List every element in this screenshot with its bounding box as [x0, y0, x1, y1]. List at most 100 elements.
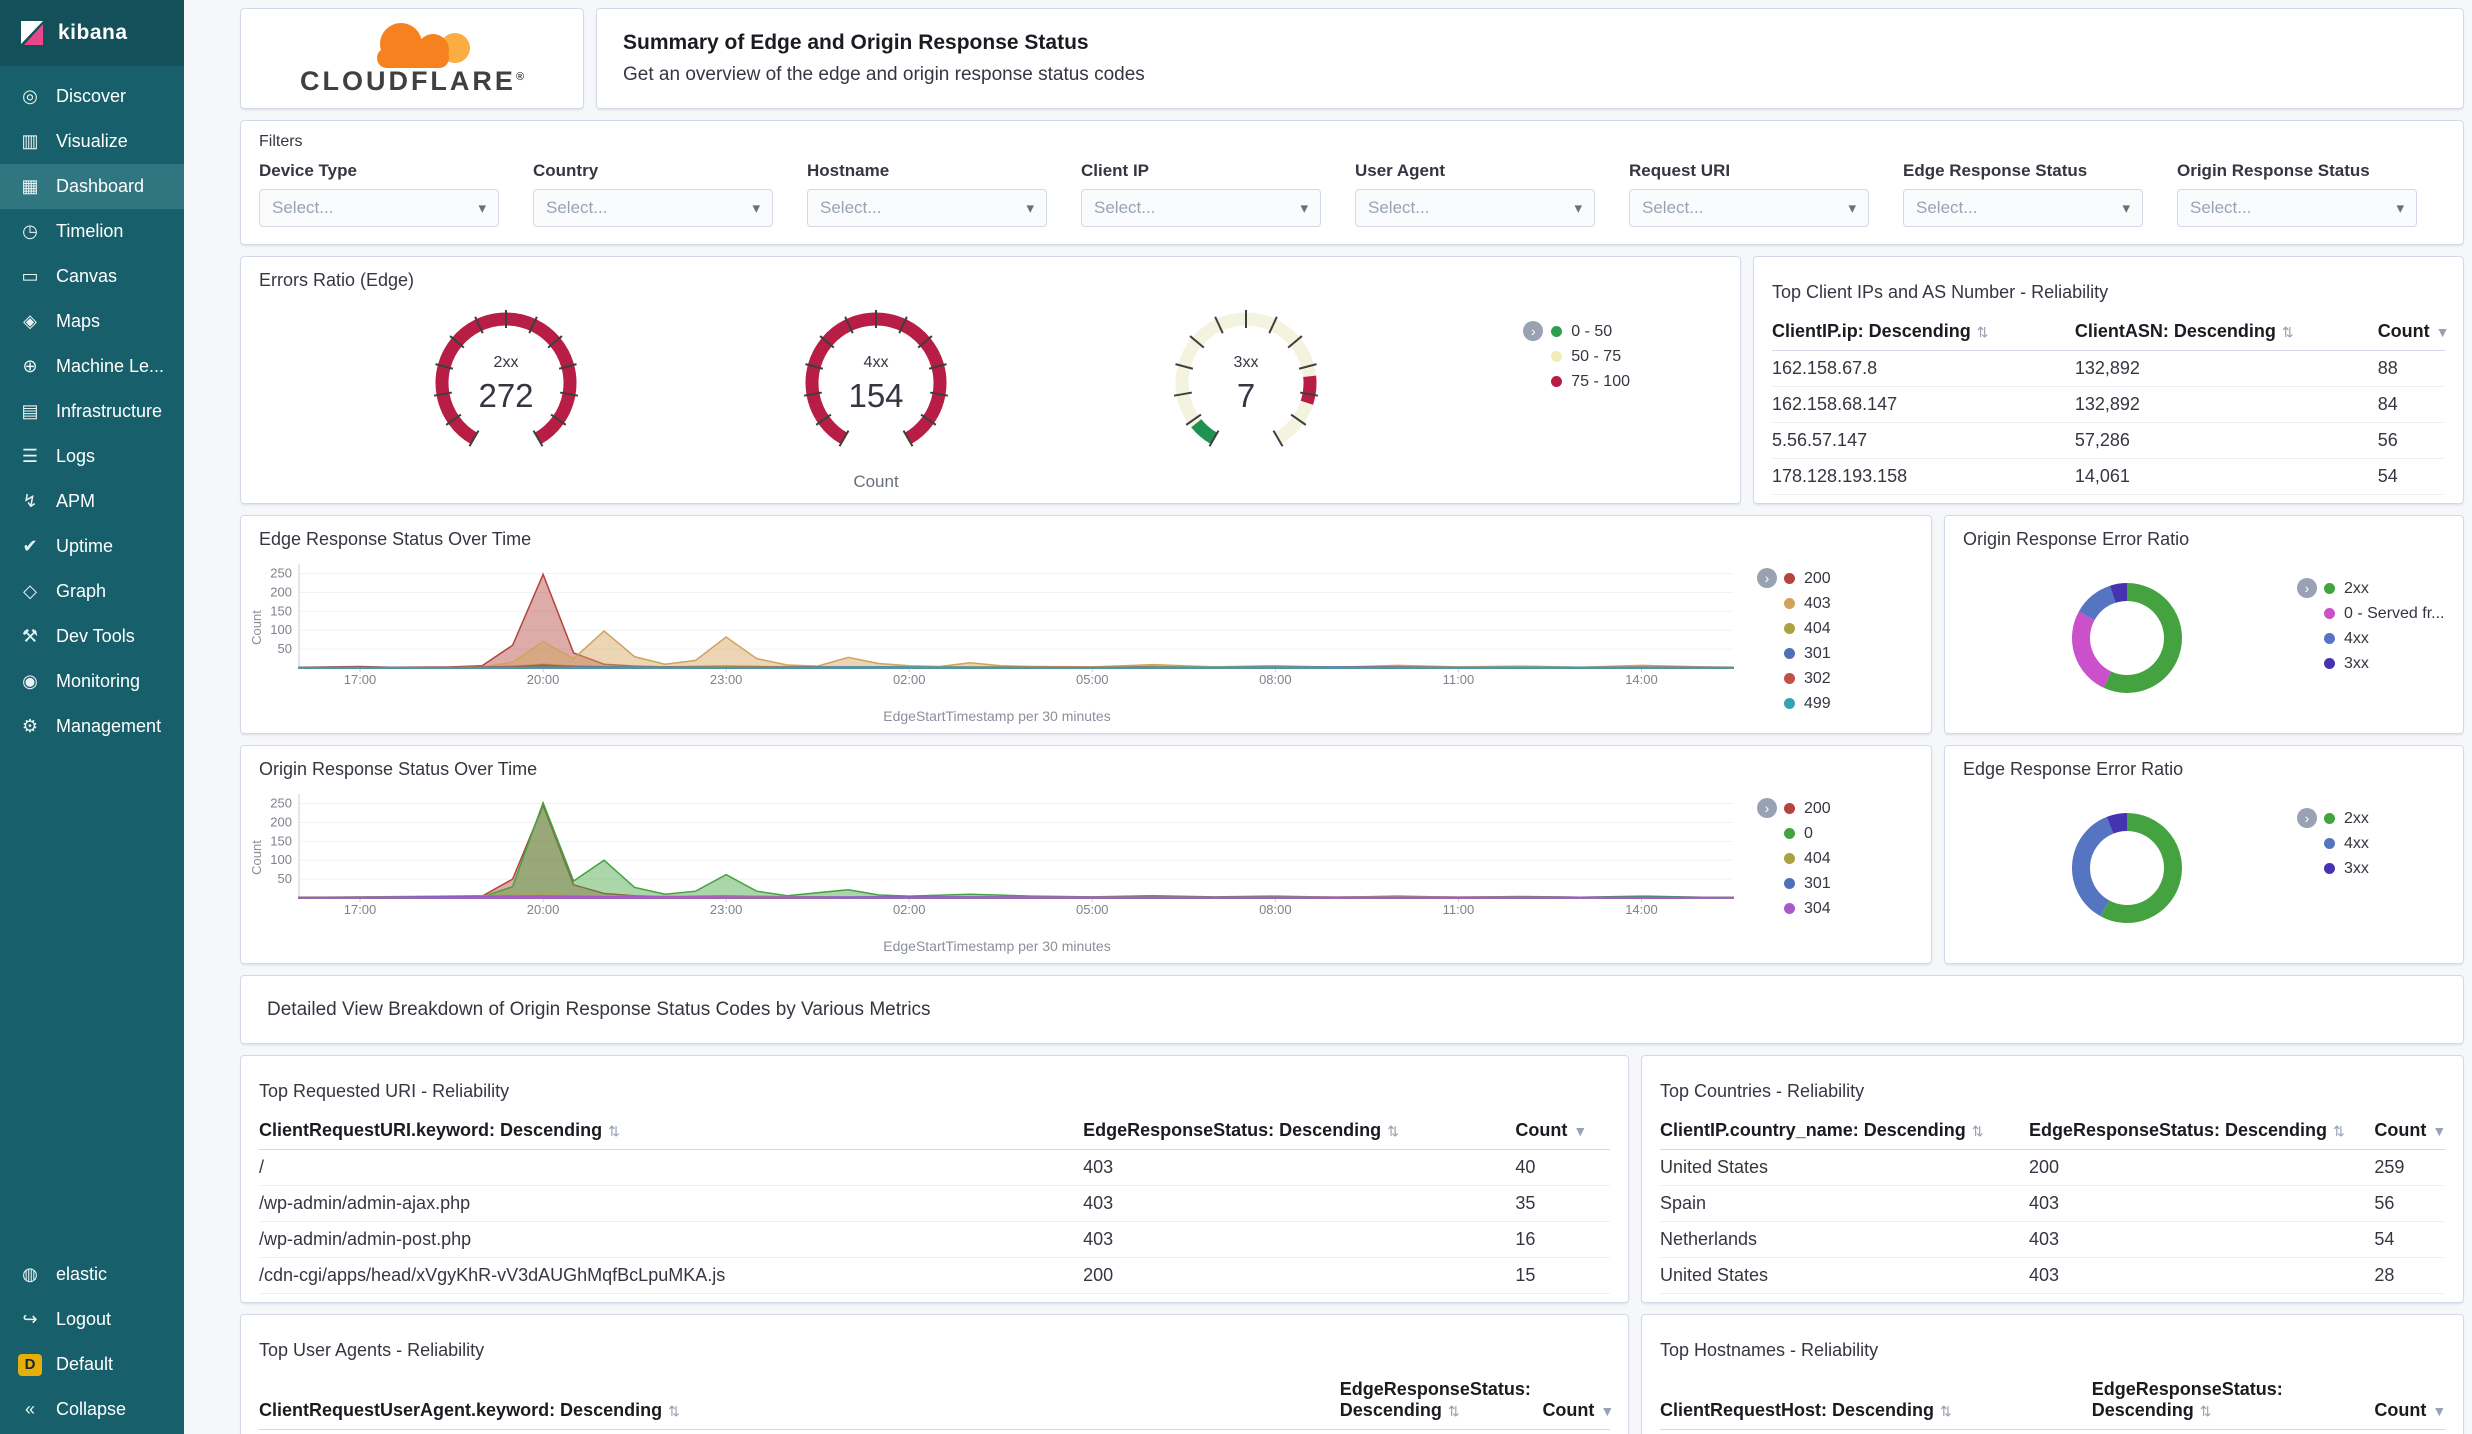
column-header[interactable]: ClientIP.country_name: Descending ⇅: [1660, 1112, 2029, 1150]
filter-select[interactable]: Select...: [2177, 189, 2417, 227]
filter-select[interactable]: Select...: [1629, 189, 1869, 227]
column-header[interactable]: Count ▼: [2377, 313, 2450, 351]
legend-item[interactable]: 3xx: [2324, 651, 2444, 676]
sidebar-item-maps[interactable]: ◈ Maps: [0, 299, 184, 344]
column-header[interactable]: EdgeResponseStatus: Descending ⇅: [2028, 1112, 2375, 1150]
404[interactable]: 404: [1784, 846, 1831, 871]
column-header[interactable]: EdgeResponseStatus: Descending ⇅: [1339, 1371, 1543, 1430]
301[interactable]: 301: [1784, 641, 1831, 666]
table-row[interactable]: Spain 403 56: [1660, 1185, 2445, 1222]
filter-select[interactable]: Select...: [1903, 189, 2143, 227]
kibana-logo[interactable]: kibana: [0, 0, 184, 66]
filter-select[interactable]: Select...: [533, 189, 773, 227]
legend-label: 4xx: [2344, 835, 2369, 852]
sidebar-item-monitoring[interactable]: ◉ Monitoring: [0, 659, 184, 704]
302[interactable]: 302: [1784, 666, 1831, 691]
sidebar-item-dev-tools[interactable]: ⚒ Dev Tools: [0, 614, 184, 659]
legend-item[interactable]: 4xx: [2324, 831, 2369, 856]
gauge-legend: 0 - 50 50 - 75 75 - 100: [1523, 319, 1630, 394]
304[interactable]: 304: [1784, 896, 1831, 921]
gauge-ranges: 0 - 50 50 - 75 75 - 100: [1551, 319, 1630, 394]
sidebar-item-infrastructure[interactable]: ▤ Infrastructure: [0, 389, 184, 434]
table-row[interactable]: 162.158.67.8 132,892 88: [1772, 350, 2445, 387]
cloudflare-cloud-icon: [377, 23, 470, 68]
legend-expand-icon[interactable]: [2297, 808, 2317, 828]
sidebar-item-timelion[interactable]: ◷ Timelion: [0, 209, 184, 254]
403[interactable]: 403: [1784, 591, 1831, 616]
sidebar-item-elastic[interactable]: ◍ elastic: [0, 1252, 184, 1297]
499[interactable]: 499: [1784, 691, 1831, 716]
nav-icon: ↪: [22, 1309, 38, 1329]
sidebar-item-graph[interactable]: ◇ Graph: [0, 569, 184, 614]
table-row[interactable]: Mozilla/5.0 (compatible; CloudFlare-Alwa…: [259, 1429, 1610, 1434]
sidebar-item-label: Uptime: [56, 536, 114, 556]
legend-item[interactable]: 4xx: [2324, 626, 2444, 651]
table-row[interactable]: United States 403 28: [1660, 1257, 2445, 1294]
legend-item[interactable]: 50 - 75: [1551, 344, 1630, 369]
column-header[interactable]: ClientRequestHost: Descending ⇅: [1660, 1371, 2092, 1430]
sort-icon: ⇅: [2199, 1403, 2212, 1419]
sidebar-item-default[interactable]: D Default: [0, 1342, 184, 1387]
sidebar-item-logout[interactable]: ↪ Logout: [0, 1297, 184, 1342]
column-header[interactable]: Count ▼: [1542, 1371, 1614, 1430]
table-row[interactable]: /wp-admin/admin-ajax.php 403 35: [259, 1185, 1610, 1222]
legend-color-dot: [1784, 673, 1795, 684]
column-header[interactable]: ClientASN: Descending ⇅: [2074, 313, 2378, 351]
filter-select[interactable]: Select...: [807, 189, 1047, 227]
origin-response-over-time-panel: Origin Response Status Over Time Count 5…: [240, 745, 1932, 964]
filter-select[interactable]: Select...: [259, 189, 499, 227]
legend-item[interactable]: 2xx: [2324, 576, 2444, 601]
chevron-down-icon: [478, 199, 486, 218]
legend-expand-icon[interactable]: [1523, 321, 1544, 341]
sidebar-item-discover[interactable]: ◎ Discover: [0, 74, 184, 119]
table-row[interactable]: 162.158.68.147 132,892 84: [1772, 386, 2445, 423]
svg-text:05:00: 05:00: [1076, 902, 1109, 917]
sidebar-footer: ◍ elastic ↪ Logout D Default « Collapse: [0, 1252, 184, 1434]
column-header[interactable]: Count ▼: [2374, 1371, 2446, 1430]
legend-expand-icon[interactable]: [1757, 568, 1777, 588]
0[interactable]: 0: [1784, 821, 1831, 846]
sidebar-item-logs[interactable]: ☰ Logs: [0, 434, 184, 479]
legend-expand-icon[interactable]: [2297, 578, 2317, 598]
filter-select[interactable]: Select...: [1355, 189, 1595, 227]
table-row[interactable]: 5.56.57.147 57,286 56: [1772, 422, 2445, 459]
edge-response-over-time-panel: Edge Response Status Over Time Count 50 1…: [240, 515, 1932, 734]
sidebar-item-label: Maps: [56, 311, 101, 331]
301[interactable]: 301: [1784, 871, 1831, 896]
sidebar-item-canvas[interactable]: ▭ Canvas: [0, 254, 184, 299]
sidebar-item-visualize[interactable]: ▥ Visualize: [0, 119, 184, 164]
dashboard-subtitle: Get an overview of the edge and origin r…: [623, 64, 1145, 85]
200[interactable]: 200: [1784, 566, 1831, 591]
legend-item[interactable]: 0 - Served fr...: [2324, 601, 2444, 626]
sidebar-item-dashboard[interactable]: ▦ Dashboard: [0, 164, 184, 209]
table-row[interactable]: /wp-admin/admin-post.php 403 16: [259, 1221, 1610, 1258]
filter-select[interactable]: Select...: [1081, 189, 1321, 227]
table-row[interactable]: Netherlands 403 54: [1660, 1221, 2445, 1258]
sidebar-item-uptime[interactable]: ✔ Uptime: [0, 524, 184, 569]
legend-item[interactable]: 2xx: [2324, 806, 2369, 831]
200[interactable]: 200: [1784, 796, 1831, 821]
legend-item[interactable]: 0 - 50: [1551, 319, 1630, 344]
x-axis-caption: EdgeStartTimestamp per 30 minutes: [883, 708, 1111, 724]
table-row[interactable]: camilia.me200242: [1660, 1429, 2445, 1434]
column-header[interactable]: EdgeResponseStatus: Descending ⇅: [2091, 1371, 2375, 1430]
table-row[interactable]: 178.128.193.158 14,061 54: [1772, 458, 2445, 495]
legend-item[interactable]: 3xx: [2324, 856, 2369, 881]
legend-item[interactable]: 75 - 100: [1551, 369, 1630, 394]
sidebar-item-collapse[interactable]: « Collapse: [0, 1387, 184, 1432]
column-header[interactable]: ClientRequestUserAgent.keyword: Descendi…: [259, 1371, 1340, 1430]
legend-expand-icon[interactable]: [1757, 798, 1777, 818]
table-row[interactable]: /cdn-cgi/apps/head/xVgyKhR-vV3dAUGhMqfBc…: [259, 1257, 1610, 1294]
table-row[interactable]: /403 40: [259, 1149, 1610, 1186]
sidebar-item-machine-learning[interactable]: ⊕ Machine Le...: [0, 344, 184, 389]
sidebar-item-management[interactable]: ⚙ Management: [0, 704, 184, 749]
table-row[interactable]: United States 200 259: [1660, 1149, 2445, 1186]
404[interactable]: 404: [1784, 616, 1831, 641]
column-header[interactable]: EdgeResponseStatus: Descending ⇅: [1083, 1112, 1516, 1150]
column-header[interactable]: ClientIP.ip: Descending ⇅: [1772, 313, 2075, 351]
column-header[interactable]: Count ▼: [2374, 1112, 2446, 1150]
column-header[interactable]: Count ▼: [1515, 1112, 1610, 1150]
select-placeholder: Select...: [1642, 198, 1704, 217]
column-header[interactable]: ClientRequestURI.keyword: Descending ⇅: [259, 1112, 1084, 1150]
sidebar-item-apm[interactable]: ↯ APM: [0, 479, 184, 524]
